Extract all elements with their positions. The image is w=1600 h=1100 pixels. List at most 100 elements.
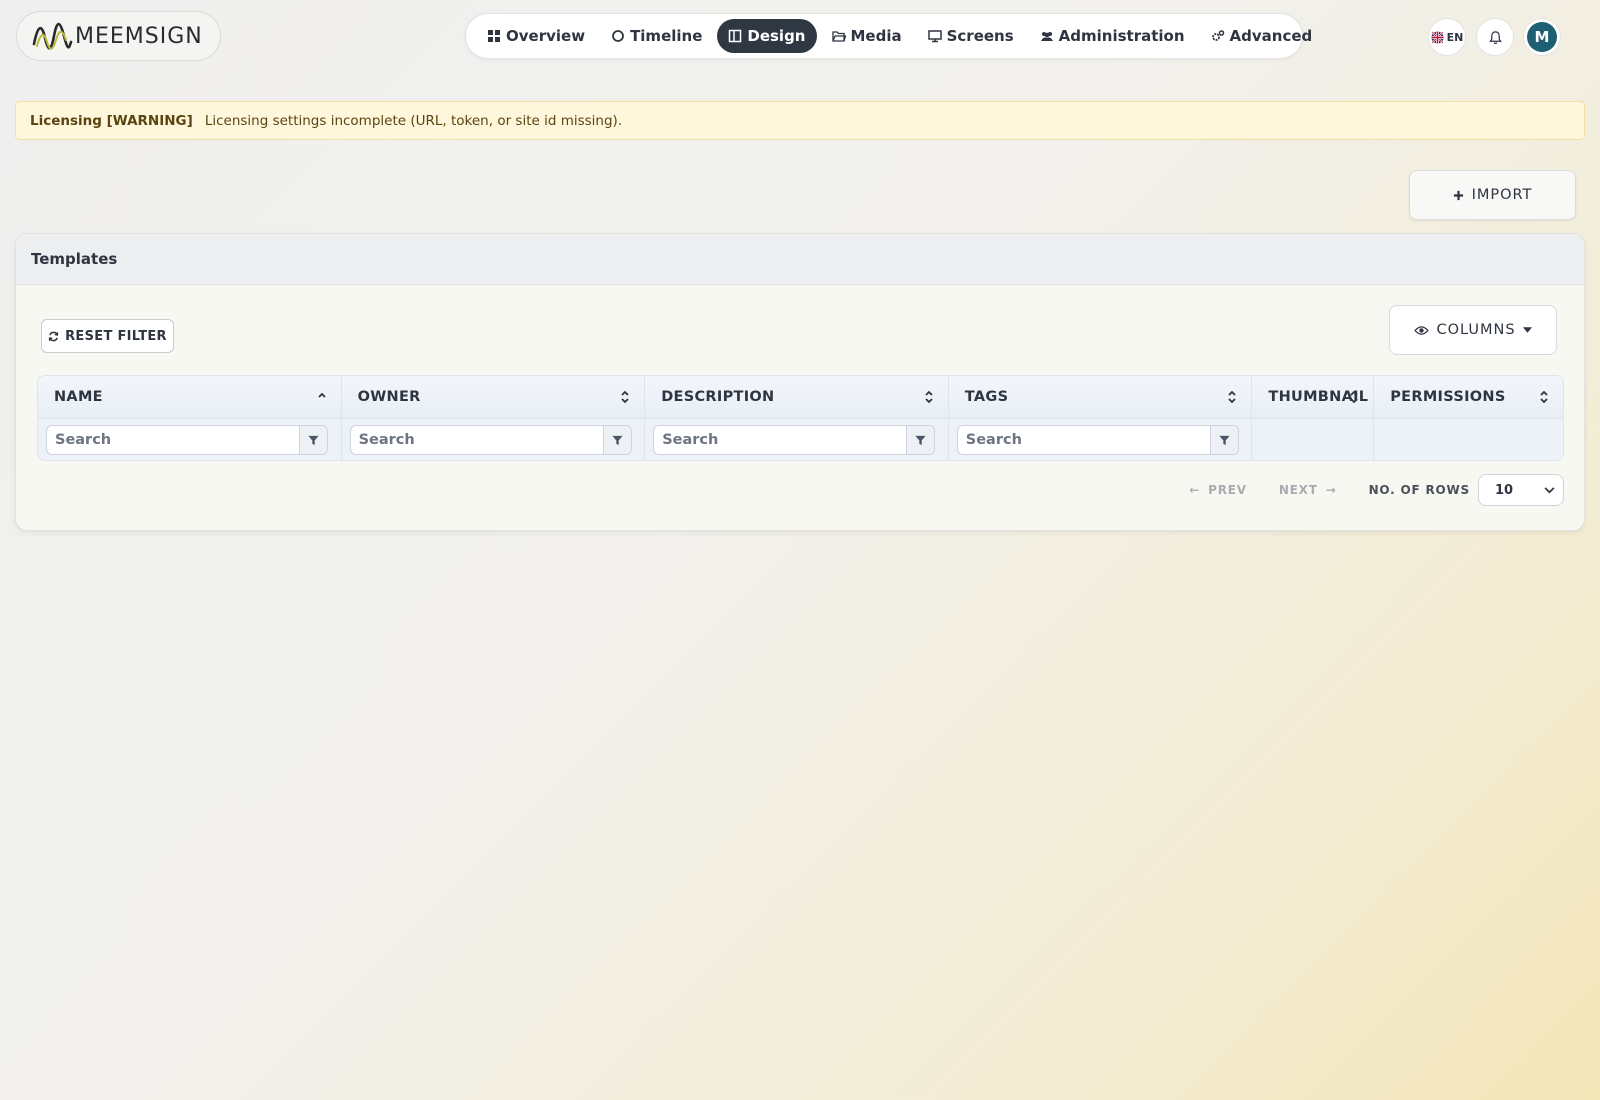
- column-header-label: OWNER: [357, 389, 421, 405]
- user-menu-button[interactable]: M: [1523, 18, 1561, 56]
- search-box: [46, 425, 328, 455]
- columns-toggle-button[interactable]: COLUMNS: [1389, 305, 1557, 355]
- bell-icon: [1488, 30, 1502, 44]
- owner-search-input[interactable]: [350, 426, 603, 454]
- nav-item-media[interactable]: Media: [821, 19, 913, 53]
- pagination: ← PREV NEXT → NO. OF ROWS 10: [1189, 474, 1564, 506]
- nav-item-screens[interactable]: Screens: [917, 19, 1025, 53]
- nav-label: Overview: [506, 27, 586, 45]
- monitor-icon: [927, 30, 942, 43]
- column-header-tags[interactable]: TAGS: [949, 376, 1253, 418]
- chevron-down-icon: [1544, 486, 1555, 493]
- rows-per-page-select[interactable]: 10: [1478, 474, 1564, 506]
- import-button[interactable]: IMPORT: [1409, 170, 1576, 220]
- filter-icon: [612, 435, 623, 445]
- owner-filter-button[interactable]: [602, 426, 631, 454]
- filter-cell-description: [645, 419, 949, 460]
- prev-page-button[interactable]: ← PREV: [1189, 483, 1247, 497]
- next-page-button[interactable]: NEXT →: [1279, 483, 1337, 497]
- logo-wave-icon: [32, 22, 73, 50]
- filter-cell-tags: [949, 419, 1253, 460]
- layout-icon: [729, 29, 742, 43]
- nav-label: Timeline: [630, 27, 703, 45]
- filter-icon: [1219, 435, 1230, 445]
- rows-per-page-value: 10: [1495, 482, 1514, 498]
- reset-filter-button[interactable]: RESET FILTER: [41, 319, 174, 353]
- nav-label: Screens: [946, 27, 1014, 45]
- logo-text: MEEMSIGN: [75, 23, 203, 49]
- name-filter-button[interactable]: [299, 426, 327, 454]
- column-header-label: NAME: [54, 389, 103, 405]
- gears-icon: [1211, 30, 1224, 41]
- column-header-permissions[interactable]: PERMISSIONS: [1374, 376, 1563, 418]
- top-bar: MEEMSIGN Overview Timeline Design Media …: [0, 0, 1600, 72]
- nav-item-design[interactable]: Design: [717, 19, 817, 53]
- columns-label: COLUMNS: [1436, 322, 1516, 338]
- column-header-description[interactable]: DESCRIPTION: [645, 376, 949, 418]
- sort-asc-icon: [317, 392, 326, 398]
- prev-label: PREV: [1208, 483, 1247, 497]
- app-logo[interactable]: MEEMSIGN: [16, 11, 221, 61]
- nav-label: Administration: [1058, 27, 1185, 45]
- filter-icon: [308, 435, 319, 445]
- nav-item-timeline[interactable]: Timeline: [600, 19, 713, 53]
- plus-icon: [1453, 190, 1463, 200]
- sort-icon: [1540, 390, 1548, 404]
- arrow-left-icon: ←: [1189, 483, 1201, 497]
- search-box: [956, 425, 1239, 455]
- licensing-warning-banner: Licensing [WARNING] Licensing settings i…: [15, 101, 1585, 140]
- banner-message: Licensing settings incomplete (URL, toke…: [204, 112, 623, 129]
- tags-search-input[interactable]: [957, 426, 1210, 454]
- filter-icon: [915, 435, 926, 445]
- name-search-input[interactable]: [47, 426, 299, 454]
- card-title: Templates: [16, 234, 1584, 285]
- folder-icon: [831, 31, 846, 42]
- nav-label: Design: [747, 27, 806, 45]
- column-header-label: DESCRIPTION: [661, 389, 775, 405]
- arrow-right-icon: →: [1325, 483, 1337, 497]
- nav-item-advanced[interactable]: Advanced: [1200, 19, 1324, 53]
- eye-icon: [1414, 325, 1430, 335]
- language-switch[interactable]: EN: [1428, 18, 1466, 56]
- nav-label: Media: [850, 27, 902, 45]
- column-header-label: TAGS: [964, 389, 1009, 405]
- tags-filter-button[interactable]: [1209, 426, 1238, 454]
- caret-down-icon: [1522, 327, 1532, 333]
- sort-icon: [925, 390, 933, 404]
- column-header-label: PERMISSIONS: [1390, 389, 1506, 405]
- sort-icon: [621, 390, 629, 404]
- filter-cell-name: [38, 419, 342, 460]
- language-code: EN: [1446, 30, 1464, 44]
- filter-cell-thumbnail: [1252, 419, 1375, 460]
- templates-table: NAME OWNER DESCRIPTION TAGS THUMBNAIL PE…: [37, 375, 1564, 461]
- rows-per-page-label: NO. OF ROWS: [1368, 483, 1470, 497]
- filter-cell-owner: [342, 419, 646, 460]
- column-header-name[interactable]: NAME: [38, 376, 342, 418]
- users-icon: [1040, 32, 1053, 41]
- description-filter-button[interactable]: [906, 426, 935, 454]
- uk-flag-icon: [1430, 30, 1444, 44]
- grid-icon: [488, 30, 500, 42]
- table-filter-row: [38, 419, 1563, 460]
- description-search-input[interactable]: [654, 426, 907, 454]
- nav-label: Advanced: [1229, 27, 1313, 45]
- sort-icon: [1350, 390, 1358, 404]
- main-nav: Overview Timeline Design Media Screens A…: [465, 13, 1312, 59]
- banner-label: Licensing [WARNING]: [30, 112, 193, 129]
- templates-card: Templates RESET FILTER COLUMNS NAME OWNE…: [15, 233, 1585, 531]
- search-box: [349, 425, 632, 455]
- table-header-row: NAME OWNER DESCRIPTION TAGS THUMBNAIL PE…: [38, 376, 1563, 419]
- column-header-owner[interactable]: OWNER: [342, 376, 646, 418]
- circle-icon: [612, 30, 624, 42]
- column-header-thumbnail[interactable]: THUMBNAIL: [1252, 376, 1375, 418]
- reset-filter-label: RESET FILTER: [65, 328, 167, 344]
- search-box: [653, 425, 936, 455]
- refresh-icon: [48, 331, 59, 341]
- next-label: NEXT: [1278, 483, 1318, 497]
- nav-item-administration[interactable]: Administration: [1029, 19, 1196, 53]
- import-label: IMPORT: [1471, 187, 1533, 203]
- notifications-button[interactable]: [1476, 18, 1514, 56]
- filter-cell-permissions: [1374, 419, 1563, 460]
- nav-item-overview[interactable]: Overview: [476, 19, 596, 53]
- sort-icon: [1228, 390, 1237, 404]
